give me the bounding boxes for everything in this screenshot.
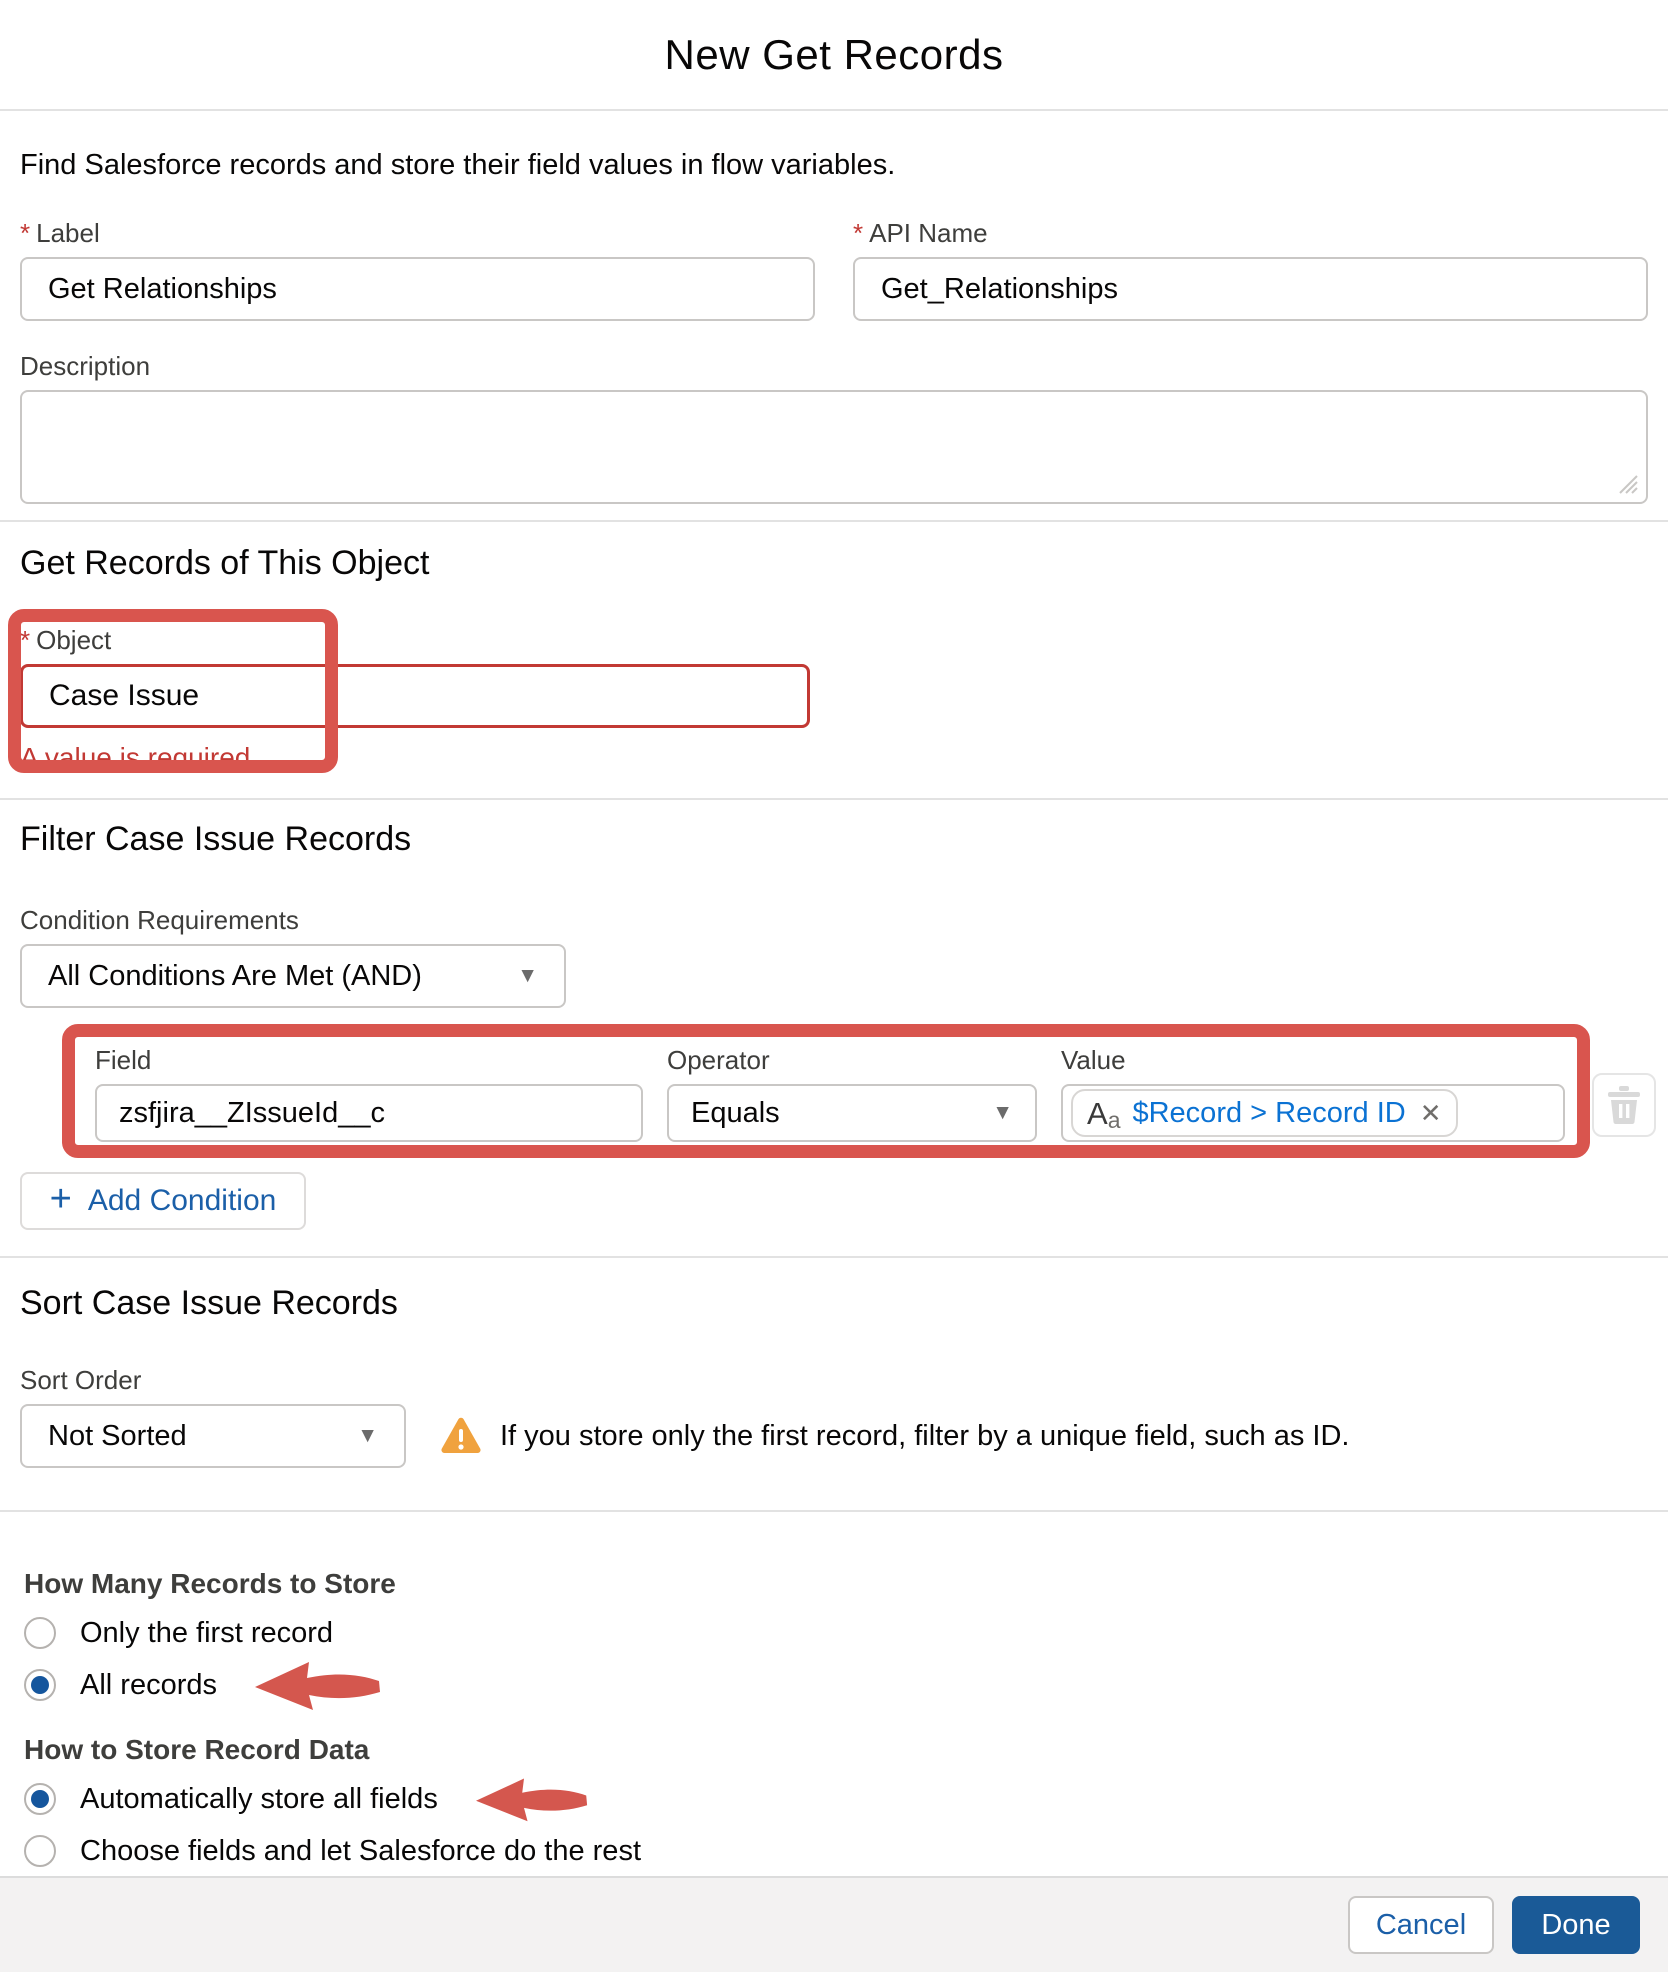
filter-field-input[interactable]: zsfjira__ZIssueId__c [95,1084,643,1142]
api-name-field-group: *API Name Get_Relationships [853,218,1648,321]
intro-text: Find Salesforce records and store their … [20,149,1648,182]
filter-field-label: Field [95,1045,643,1076]
required-asterisk: * [20,218,30,248]
condition-requirements-label: Condition Requirements [20,905,1648,936]
condition-requirements-dropdown[interactable]: All Conditions Are Met (AND) ▼ [20,944,566,1008]
object-input[interactable]: Case Issue [20,664,810,728]
chevron-down-icon: ▼ [357,1424,378,1448]
object-field-group: *Object Case Issue A value is required. [20,625,810,774]
modal-header: New Get Records [0,0,1668,111]
sort-order-label: Sort Order [20,1365,1648,1396]
delete-condition-button[interactable] [1592,1073,1656,1137]
store-records-section: How Many Records to Store Only the first… [20,1568,1648,1922]
add-condition-button[interactable]: + Add Condition [20,1172,306,1230]
warning-icon [440,1417,482,1455]
filter-operator-group: Operator Equals ▼ [667,1045,1037,1142]
modal-body: Find Salesforce records and store their … [0,149,1668,1922]
description-label: Description [20,351,1648,382]
filter-field-group: Field zsfjira__ZIssueId__c [95,1045,643,1142]
filter-section: Filter Case Issue Records Condition Requ… [20,800,1648,1256]
resize-handle-icon[interactable] [1614,470,1638,494]
annotation-box-filter: Field zsfjira__ZIssueId__c Operator Equa… [62,1024,1590,1158]
done-button[interactable]: Done [1512,1896,1640,1954]
plus-icon: + [50,1180,72,1218]
filter-condition-row: Field zsfjira__ZIssueId__c Operator Equa… [62,1024,1648,1158]
how-many-records-label: How Many Records to Store [24,1568,1648,1600]
radio-button[interactable] [24,1835,56,1867]
radio-button[interactable] [24,1617,56,1649]
value-resource-link[interactable]: $Record > Record ID [1132,1097,1405,1130]
trash-icon [1607,1086,1641,1124]
required-asterisk: * [853,218,863,248]
sort-section-heading: Sort Case Issue Records [20,1284,1648,1323]
filter-value-combobox[interactable]: Aa $Record > Record ID ✕ [1061,1084,1565,1142]
radio-button[interactable] [24,1669,56,1701]
label-api-row: *Label Get Relationships *API Name Get_R… [20,218,1648,321]
close-icon[interactable]: ✕ [1420,1098,1442,1129]
radio-option-choose-fields-salesforce: Choose fields and let Salesforce do the … [24,1832,1648,1870]
label-input[interactable]: Get Relationships [20,257,815,321]
api-name-field-label: *API Name [853,218,1648,249]
chevron-down-icon: ▼ [517,964,538,988]
sort-warning: If you store only the first record, filt… [440,1417,1349,1455]
radio-option-auto-store-all-fields: Automatically store all fields [24,1780,1648,1818]
filter-section-heading: Filter Case Issue Records [20,820,1648,859]
section-divider [0,1510,1668,1512]
text-type-icon: Aa [1087,1098,1120,1129]
filter-value-label: Value [1061,1045,1565,1076]
object-error-message: A value is required. [20,742,810,774]
cancel-button[interactable]: Cancel [1348,1896,1494,1954]
object-section-heading: Get Records of This Object [20,544,1648,583]
page-title: New Get Records [665,31,1004,79]
modal-footer: Cancel Done [0,1876,1668,1972]
annotation-arrow-icon [474,1775,590,1823]
radio-option-only-first-record: Only the first record [24,1614,1648,1652]
filter-operator-label: Operator [667,1045,1037,1076]
sort-order-dropdown[interactable]: Not Sorted ▼ [20,1404,406,1468]
description-field-group: Description [20,351,1648,504]
api-name-input[interactable]: Get_Relationships [853,257,1648,321]
label-field-group: *Label Get Relationships [20,218,815,321]
filter-operator-dropdown[interactable]: Equals ▼ [667,1084,1037,1142]
object-field-label: *Object [20,625,810,656]
value-resource-pill[interactable]: Aa $Record > Record ID ✕ [1071,1089,1458,1137]
sort-warning-text: If you store only the first record, filt… [500,1420,1349,1453]
object-section: Get Records of This Object *Object Case … [20,522,1648,798]
radio-option-all-records: All records [24,1666,1648,1704]
annotation-arrow-icon [253,1658,383,1712]
label-field-label: *Label [20,218,815,249]
radio-button[interactable] [24,1783,56,1815]
description-textarea[interactable] [20,390,1648,504]
chevron-down-icon: ▼ [992,1101,1013,1125]
how-to-store-label: How to Store Record Data [24,1734,1648,1766]
required-asterisk: * [20,625,30,655]
sort-section: Sort Case Issue Records Sort Order Not S… [20,1258,1648,1510]
filter-value-group: Value Aa $Record > Record ID ✕ [1061,1045,1565,1142]
